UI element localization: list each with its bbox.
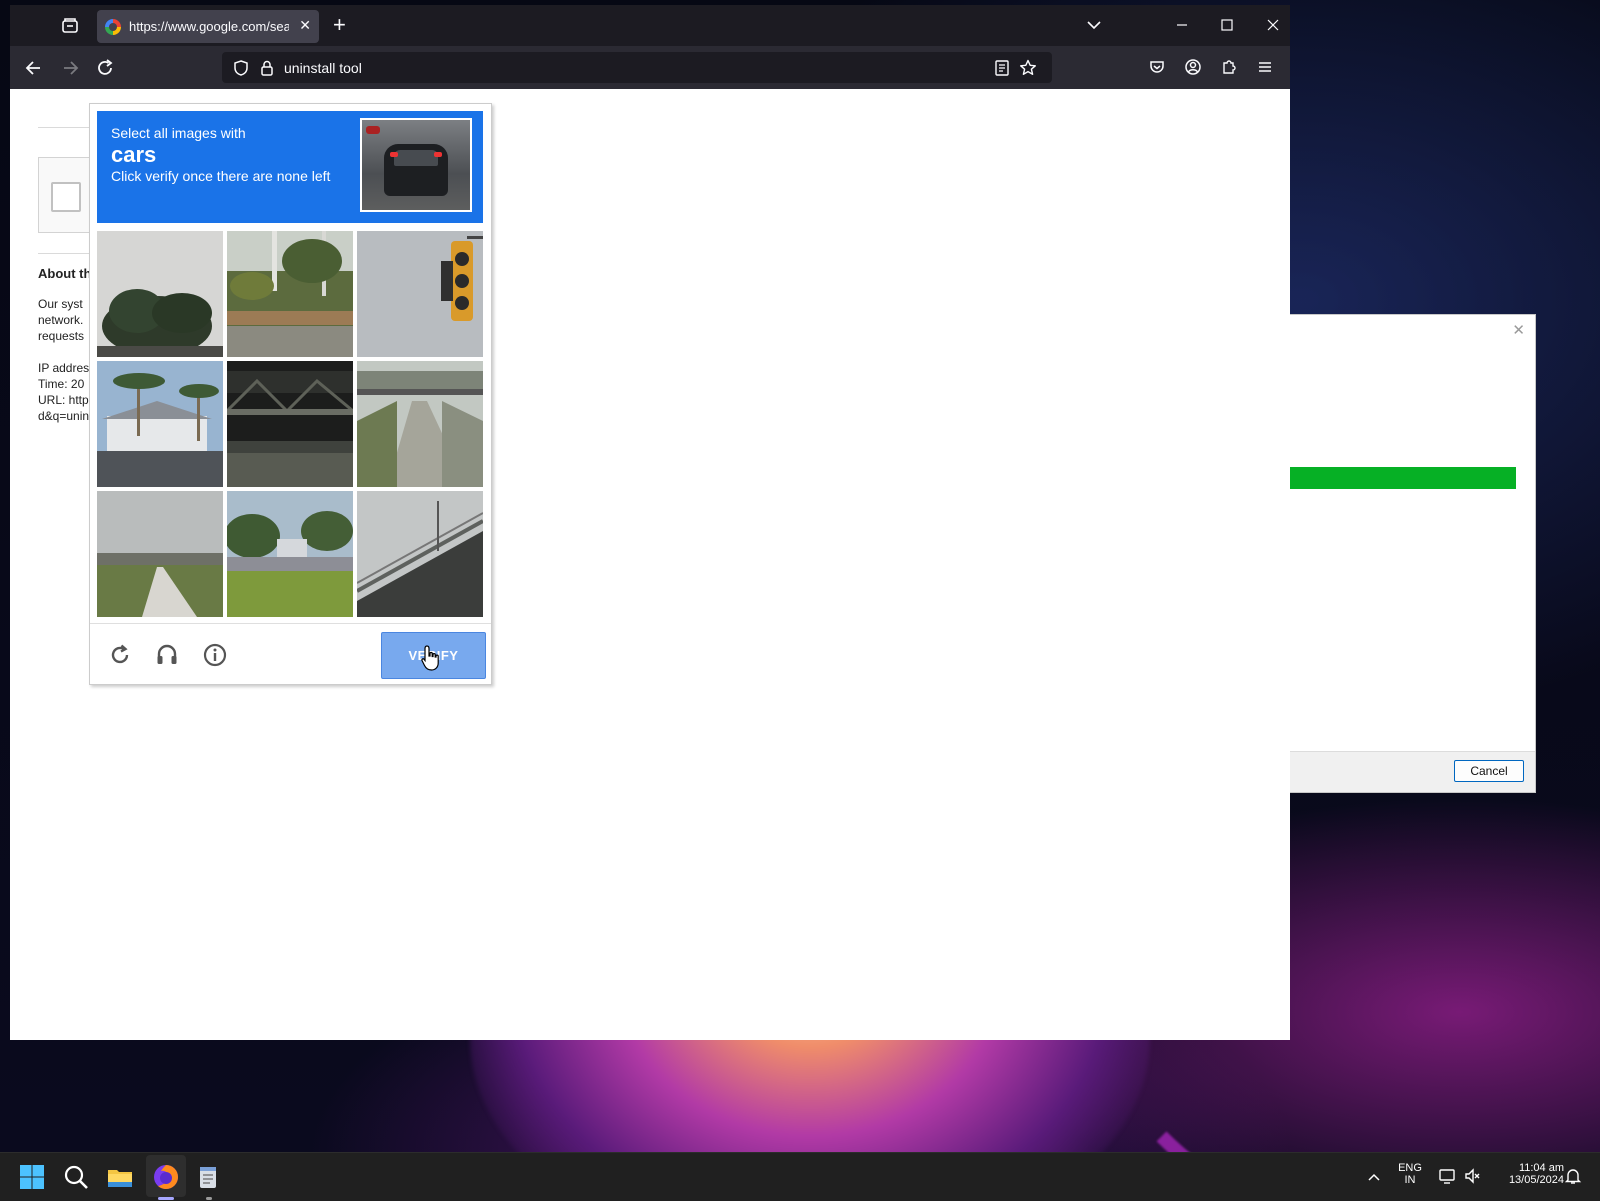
menu-icon[interactable] — [1256, 58, 1274, 76]
clock[interactable]: 11:04 am 13/05/2024 — [1492, 1162, 1564, 1186]
captcha-footer: VERIFY — [90, 623, 491, 685]
plus-icon[interactable]: + — [333, 12, 346, 38]
language-code: ENG — [1398, 1162, 1422, 1174]
captcha-tile[interactable] — [97, 361, 223, 487]
distant-light — [366, 126, 380, 134]
captcha-instruction-secondary: Click verify once there are none left — [111, 168, 331, 184]
tile-tree — [97, 231, 223, 357]
volume-muted-icon[interactable] — [1464, 1167, 1482, 1185]
notification-icon[interactable] — [1564, 1167, 1582, 1185]
tile-bridge-dark — [227, 361, 353, 487]
tile-park-street — [227, 491, 353, 617]
file-explorer-icon[interactable] — [106, 1163, 134, 1191]
taskbar: ENG IN 11:04 am 13/05/2024 — [0, 1152, 1600, 1201]
captcha-image-grid — [97, 231, 483, 617]
lock-icon[interactable] — [258, 59, 276, 77]
minimize-icon[interactable] — [1170, 15, 1194, 35]
tile-traffic-light — [357, 231, 483, 357]
tail-light — [390, 152, 398, 157]
captcha-tile[interactable] — [97, 231, 223, 357]
tail-light — [434, 152, 442, 157]
extensions-icon[interactable] — [1220, 58, 1238, 76]
firefox-icon[interactable] — [152, 1163, 180, 1191]
refresh-icon[interactable] — [107, 642, 133, 668]
star-icon[interactable] — [1018, 58, 1038, 78]
captcha-challenge: Select all images with cars Click verify… — [89, 103, 492, 685]
clock-date: 13/05/2024 — [1508, 1174, 1564, 1186]
reader-view-icon[interactable] — [994, 59, 1010, 77]
about-heading: About th — [38, 266, 92, 281]
back-arrow-icon[interactable] — [22, 58, 46, 78]
notepad-icon[interactable] — [194, 1163, 222, 1191]
account-icon[interactable] — [1184, 58, 1202, 76]
captcha-tile[interactable] — [227, 361, 353, 487]
language-indicator[interactable]: ENG IN — [1394, 1162, 1426, 1186]
forward-arrow-icon[interactable] — [58, 58, 82, 78]
hand-cursor-icon — [421, 645, 439, 671]
tile-palms-street — [227, 231, 353, 357]
network-icon[interactable] — [1438, 1167, 1456, 1185]
pocket-icon[interactable] — [1148, 58, 1166, 76]
search-icon[interactable] — [62, 1163, 90, 1191]
region-code: IN — [1404, 1174, 1416, 1186]
close-icon[interactable]: ✕ — [1512, 321, 1525, 339]
cancel-button[interactable]: Cancel — [1454, 760, 1524, 782]
close-icon[interactable]: ✕ — [299, 17, 311, 34]
chevron-up-icon[interactable] — [1366, 1169, 1382, 1185]
page-viewport: About th Our syst network. requests IP a… — [10, 89, 1290, 1040]
tile-road-overpass — [97, 491, 223, 617]
firefox-window: https://www.google.com/search ✕ + — [10, 5, 1290, 1040]
recaptcha-checkbox[interactable] — [51, 182, 81, 212]
captcha-sample-image — [360, 118, 472, 212]
browser-tab[interactable]: https://www.google.com/search ✕ — [97, 10, 319, 43]
address-text[interactable]: uninstall tool — [284, 60, 362, 76]
clock-time: 11:04 am — [1518, 1162, 1564, 1174]
captcha-tile[interactable] — [227, 231, 353, 357]
close-icon[interactable] — [1261, 15, 1285, 35]
tile-overpass-road — [357, 361, 483, 487]
captcha-tile[interactable] — [227, 491, 353, 617]
chevron-down-icon[interactable] — [1082, 15, 1106, 35]
navigation-bar: uninstall tool — [10, 46, 1290, 89]
captcha-tile[interactable] — [357, 361, 483, 487]
tab-title: https://www.google.com/search — [129, 19, 289, 34]
maximize-icon[interactable] — [1215, 15, 1239, 35]
tab-bar: https://www.google.com/search ✕ + — [10, 5, 1290, 46]
captcha-tile[interactable] — [357, 491, 483, 617]
captcha-tile[interactable] — [357, 231, 483, 357]
shield-icon[interactable] — [232, 59, 250, 77]
about-text: Our syst network. requests IP addres Tim… — [38, 297, 90, 423]
info-icon[interactable] — [202, 642, 228, 668]
address-bar[interactable]: uninstall tool — [222, 52, 1052, 83]
captcha-tile[interactable] — [97, 491, 223, 617]
tile-house-palms — [97, 361, 223, 487]
captcha-instruction: Select all images with — [111, 125, 246, 141]
google-favicon — [105, 19, 121, 35]
headphones-icon[interactable] — [154, 642, 180, 668]
captcha-header: Select all images with cars Click verify… — [97, 111, 483, 223]
captcha-target: cars — [111, 142, 157, 167]
reload-icon[interactable] — [94, 58, 118, 78]
tile-bridge-rail — [357, 491, 483, 617]
windows-start-icon[interactable] — [18, 1163, 46, 1191]
tab-list-icon[interactable] — [58, 14, 82, 38]
